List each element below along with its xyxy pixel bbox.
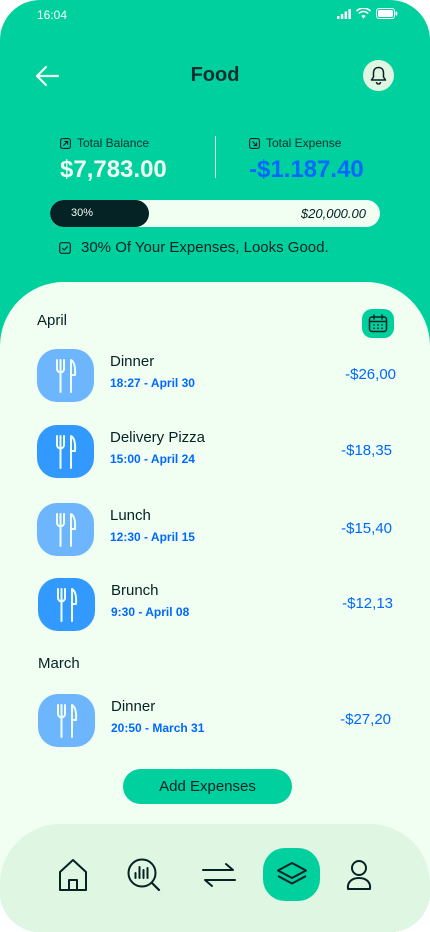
expense-note-text: 30% Of Your Expenses, Looks Good. [81,239,329,256]
total-expense-value: -$1.187.40 [249,156,364,183]
cutlery-icon [55,434,76,469]
transaction-icon-bg [37,349,94,402]
bell-icon [370,66,387,85]
progress-total: $20,000.00 [300,206,366,221]
nav-analysis[interactable] [115,848,172,901]
calendar-icon [368,314,388,333]
income-arrow-icon [60,137,71,149]
nav-home[interactable] [44,848,101,901]
transaction-icon-bg [38,694,95,747]
transaction-title: Lunch [110,507,151,524]
status-time: 16:04 [37,8,68,22]
nav-profile[interactable] [330,848,387,901]
calendar-button[interactable] [362,309,394,338]
notification-button[interactable] [363,60,394,91]
transaction-title: Delivery Pizza [110,429,206,446]
transaction-row[interactable]: Dinner 20:50 - March 31 -$27,20 [0,694,430,751]
total-balance-label: Total Balance [77,136,150,150]
month-header-april: April [37,312,68,329]
nav-transfer[interactable] [190,848,247,901]
transaction-time: 20:50 - March 31 [111,721,205,735]
transaction-amount: -$12,13 [342,595,393,612]
add-expenses-button[interactable]: Add Expenses [123,769,292,804]
analysis-icon [127,858,160,891]
nav-categories[interactable] [263,848,320,901]
transaction-amount: -$15,40 [341,520,392,537]
total-balance-value: $7,783.00 [60,156,167,183]
transaction-title: Dinner [111,698,156,715]
transaction-title: Dinner [110,353,155,370]
profile-icon [346,859,371,890]
transaction-time: 9:30 - April 08 [111,605,190,619]
transaction-row[interactable]: Dinner 18:27 - April 30 -$26,00 [0,349,430,406]
transaction-time: 18:27 - April 30 [110,376,195,390]
phone-screen: 16:04 Food Total Balance $7,783.00 Total [0,0,430,932]
progress-fill [50,200,149,227]
transaction-row[interactable]: Delivery Pizza 15:00 - April 24 -$18,35 [0,425,430,482]
status-bar: 16:04 [0,0,430,32]
transaction-amount: -$18,35 [341,442,392,459]
bottom-nav [0,824,430,932]
total-balance-label-row: Total Balance [60,136,167,150]
transaction-icon-bg [38,578,95,631]
layers-icon [276,861,307,884]
checkbox-icon [59,241,71,254]
month-header-march: March [38,655,80,672]
transaction-row[interactable]: Brunch 9:30 - April 08 -$12,13 [0,578,430,635]
transaction-time: 12:30 - April 15 [110,530,195,544]
cutlery-icon [55,358,76,393]
transaction-row[interactable]: Lunch 12:30 - April 15 -$15,40 [0,503,430,560]
total-expense-label: Total Expense [266,136,342,150]
wifi-icon [356,8,371,19]
cutlery-icon [55,512,76,547]
home-icon [58,858,87,891]
transaction-icon-bg [37,425,94,478]
battery-icon [376,8,398,19]
status-icons [337,8,398,19]
cutlery-icon [56,587,77,622]
expense-progress-bar: 30% $20,000.00 [50,200,380,227]
transaction-amount: -$26,00 [345,366,396,383]
transaction-amount: -$27,20 [340,711,391,728]
total-expense-label-row: Total Expense [249,136,364,150]
cutlery-icon [56,703,77,738]
expense-note: 30% Of Your Expenses, Looks Good. [59,239,329,256]
transfer-icon [201,862,236,887]
header: Food [0,56,430,96]
progress-percent: 30% [71,207,94,219]
transaction-icon-bg [37,503,94,556]
signal-icon [337,8,351,19]
transaction-title: Brunch [111,582,159,599]
total-expense: Total Expense -$1.187.40 [249,136,364,184]
summary-divider [215,136,216,178]
transaction-time: 15:00 - April 24 [110,452,195,466]
total-balance: Total Balance $7,783.00 [60,136,167,184]
expense-arrow-icon [249,137,260,149]
